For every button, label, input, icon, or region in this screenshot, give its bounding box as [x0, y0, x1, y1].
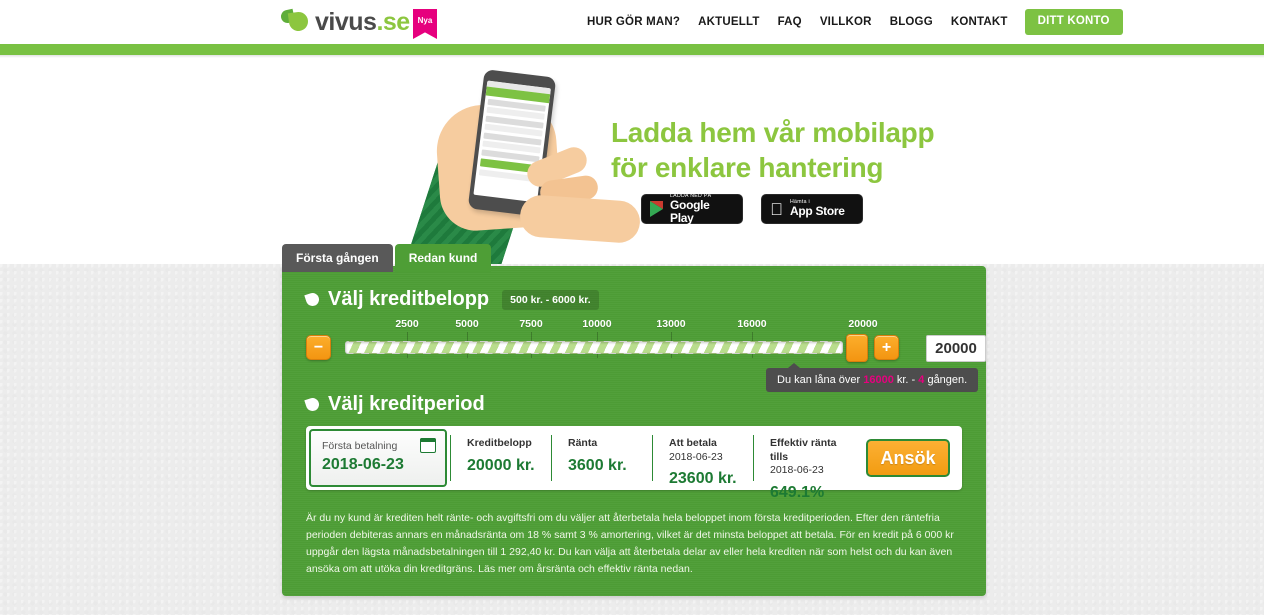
credit-period-heading: Välj kreditperiod: [304, 393, 485, 416]
decrease-amount-button[interactable]: −: [306, 335, 331, 360]
tab-redan-kund[interactable]: Redan kund: [394, 244, 492, 273]
loan-calculator-panel: Välj kreditbelopp 500 kr. - 6000 kr. 250…: [282, 266, 986, 596]
credit-period-title: Välj kreditperiod: [328, 393, 485, 415]
first-payment-value: 2018-06-23: [322, 456, 404, 473]
slider-track[interactable]: [345, 341, 843, 354]
nav-kontakt[interactable]: KONTAKT: [942, 0, 1017, 44]
nav-hur-gor-man[interactable]: HUR GÖR MAN?: [578, 0, 689, 44]
slider-tick-7500: 7500: [519, 318, 543, 330]
leaf-bullet-icon: [304, 396, 321, 413]
summary-value: 3600 kr.: [568, 456, 627, 474]
credit-amount-heading: Välj kreditbelopp 500 kr. - 6000 kr.: [304, 288, 599, 311]
first-payment-card[interactable]: Första betalning 2018-06-23: [309, 429, 447, 487]
hero-heading: Ladda hem vår mobilapp för enklare hante…: [611, 115, 935, 186]
hero-banner: Ladda hem vår mobilapp för enklare hante…: [0, 58, 1264, 264]
page-root: vivus.se Nya HUR GÖR MAN? AKTUELLT FAQ V…: [0, 0, 1264, 615]
increase-amount-button[interactable]: +: [874, 335, 899, 360]
ansok-button[interactable]: Ansök: [866, 439, 950, 477]
google-play-badge[interactable]: LADDA NED PÅ Google Play: [641, 193, 743, 225]
tooltip-suffix: gången.: [924, 374, 968, 386]
credit-amount-title: Välj kreditbelopp: [328, 288, 490, 310]
app-store-badges: LADDA NED PÅ Google Play  Hämta i App S…: [641, 193, 863, 225]
summary-label: Kreditbelopp: [467, 437, 532, 449]
tooltip-middle: kr. -: [893, 374, 919, 386]
summary-value: 20000 kr.: [467, 456, 535, 474]
slider-tick-5000: 5000: [455, 318, 479, 330]
nav-faq[interactable]: FAQ: [769, 0, 811, 44]
hero-heading-line2: för enklare hantering: [611, 152, 884, 184]
credit-range-badge: 500 kr. - 6000 kr.: [502, 289, 599, 310]
google-play-badge-bottom: Google Play: [670, 198, 710, 225]
logo-text: vivus.se: [315, 7, 410, 36]
first-payment-label: Första betalning: [322, 440, 398, 452]
leaf-bullet-icon: [304, 291, 321, 308]
slider-tick-20000: 20000: [848, 318, 878, 330]
header-green-bar: [0, 44, 1264, 55]
nav-aktuellt[interactable]: AKTUELLT: [689, 0, 768, 44]
loan-limit-tooltip: Du kan låna över 16000 kr. - 4 gången.: [766, 363, 979, 392]
calculator-tabs: Första gången Redan kund: [282, 244, 492, 273]
hero-heading-line1: Ladda hem vår mobilapp: [611, 117, 935, 148]
summary-cell-effektiv-ranta: Effektiv ränta tills 2018-06-23 649.1%: [753, 426, 854, 501]
leaf-logo-icon: [279, 8, 310, 34]
tab-forsta-gangen[interactable]: Första gången: [282, 244, 393, 273]
app-store-badge-bottom: App Store: [790, 204, 845, 219]
legal-disclaimer-text: Är du ny kund är krediten helt ränte- oc…: [306, 512, 954, 575]
loan-summary-table: Första betalning 2018-06-23 Kreditbelopp…: [306, 426, 962, 501]
app-store-badge[interactable]:  Hämta i App Store: [761, 194, 863, 224]
slider-ticks: 2500 5000 7500 10000 13000 16000 20000: [306, 318, 962, 358]
slider-tick-10000: 10000: [582, 318, 612, 330]
summary-cell-att-betala: Att betala 2018-06-23 23600 kr.: [652, 426, 753, 490]
summary-label: Att betala: [669, 437, 717, 449]
site-logo[interactable]: vivus.se Nya: [279, 6, 437, 39]
slider-tick-16000: 16000: [737, 318, 767, 330]
summary-value: 649.1%: [770, 483, 825, 501]
summary-sub: 2018-06-23: [770, 464, 824, 477]
logo-domain: .se: [376, 7, 410, 36]
ditt-konto-button[interactable]: DITT KONTO: [1024, 9, 1123, 35]
logo-name: vivus: [315, 7, 377, 36]
summary-cell-kreditbelopp: Kreditbelopp 20000 kr.: [450, 426, 551, 490]
apply-button-wrap: Ansök: [854, 426, 962, 490]
apple-icon: : [768, 200, 785, 219]
google-play-icon: [648, 200, 665, 219]
nav-villkor[interactable]: VILLKOR: [811, 0, 881, 44]
amount-input[interactable]: 20000: [926, 335, 986, 362]
summary-label: Ränta: [568, 437, 598, 449]
tooltip-amount: 16000: [863, 374, 894, 386]
logo-ribbon-badge: Nya: [413, 9, 437, 39]
main-nav: HUR GÖR MAN? AKTUELLT FAQ VILLKOR BLOGG …: [578, 0, 1123, 44]
nav-blogg[interactable]: BLOGG: [881, 0, 942, 44]
amount-slider[interactable]: 2500 5000 7500 10000 13000 16000 20000 −…: [306, 318, 986, 370]
summary-value: 23600 kr.: [669, 470, 737, 488]
slider-handle[interactable]: [846, 334, 868, 362]
summary-sub: 2018-06-23: [669, 450, 723, 463]
tooltip-prefix: Du kan låna över: [777, 374, 864, 386]
slider-tick-2500: 2500: [395, 318, 419, 330]
summary-label: Effektiv ränta tills: [770, 437, 837, 463]
thumb-shape: [518, 193, 642, 245]
calendar-icon: [419, 437, 437, 453]
summary-cell-ranta: Ränta 3600 kr.: [551, 426, 652, 490]
slider-tick-13000: 13000: [656, 318, 686, 330]
site-header: vivus.se Nya HUR GÖR MAN? AKTUELLT FAQ V…: [0, 0, 1264, 44]
